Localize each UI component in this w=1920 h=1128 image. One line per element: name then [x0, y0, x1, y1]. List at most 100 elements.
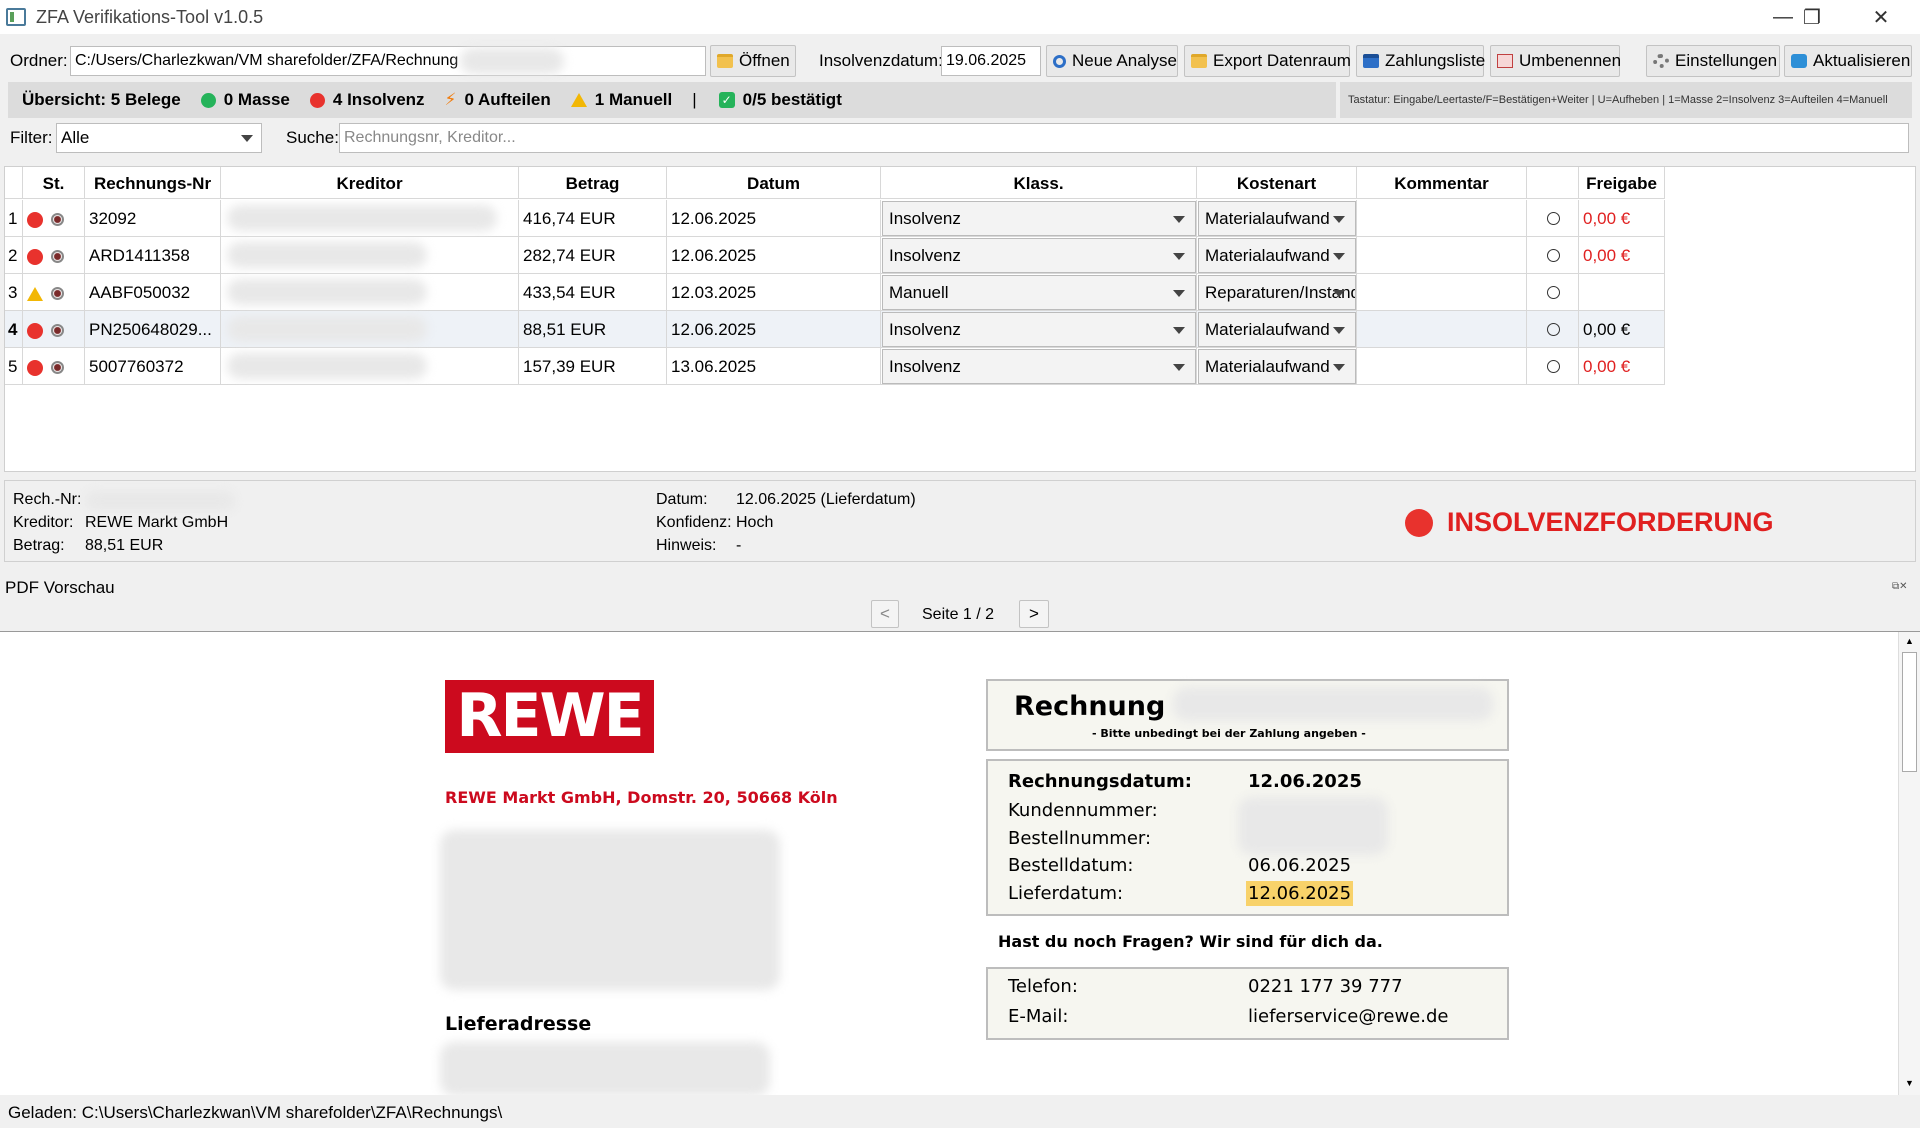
rename-icon — [1497, 54, 1513, 68]
search-input[interactable]: Rechnungsnr, Kreditor... — [339, 123, 1909, 153]
red-dot-icon — [27, 322, 43, 339]
eye-icon[interactable] — [51, 287, 64, 301]
app-icon — [6, 8, 26, 26]
table-row[interactable]: 4 PN250648029... 88,51 EUR 12.06.2025 0,00 €… — [5, 311, 1665, 348]
confirm-radio[interactable] — [1547, 323, 1560, 336]
col-header-rechnungsnr[interactable]: Rechnungs-Nr — [85, 167, 221, 199]
scrollbar-thumb[interactable] — [1902, 652, 1917, 772]
kreditor-cell — [221, 200, 519, 237]
col-header-freigabe[interactable]: Freigabe — [1579, 167, 1665, 199]
klass-select[interactable]: Manuell — [882, 275, 1196, 310]
contact-box: Telefon: 0221 177 39 777 E-Mail: liefers… — [986, 967, 1509, 1040]
export-label: Export Datenraum — [1213, 51, 1351, 70]
summary-manuell: 1 Manuell — [570, 90, 672, 110]
folder-path-input[interactable]: C:/Users/Charlezkwan/VM sharefolder/ZFA/… — [70, 46, 706, 76]
eye-icon[interactable] — [51, 250, 64, 264]
window-title: ZFA Verifikations-Tool v1.0.5 — [36, 6, 264, 27]
freigabe-cell: 0,00 € — [1579, 237, 1665, 274]
zahlungsliste-button[interactable]: Zahlungsliste — [1356, 45, 1485, 77]
next-page-button[interactable]: > — [1019, 600, 1049, 628]
confirm-radio[interactable] — [1547, 360, 1560, 373]
pdf-scrollbar[interactable]: ▲ ▼ — [1898, 632, 1920, 1095]
neue-analyse-button[interactable]: Neue Analyse — [1046, 45, 1178, 77]
sender-address: REWE Markt GmbH, Domstr. 20, 50668 Köln — [445, 788, 838, 807]
maximize-button[interactable]: ❐ — [1783, 0, 1841, 34]
bestelldatum-label: Bestelldatum: — [1008, 855, 1134, 876]
betrag-cell: 416,74 EUR — [519, 200, 667, 237]
col-header-kreditor[interactable]: Kreditor — [221, 167, 519, 199]
col-header-confirm[interactable] — [1527, 167, 1579, 199]
kostenart-select[interactable]: Materialaufwand — [1198, 238, 1356, 273]
kostenart-select[interactable]: Reparaturen/Instandhaltung — [1198, 275, 1356, 310]
rechnungsnr-cell: PN250648029... — [85, 311, 221, 348]
table-row[interactable]: 5 5007760372 157,39 EUR 13.06.2025 0,00 € Ins… — [5, 348, 1665, 385]
klass-select[interactable]: Insolvenz — [882, 349, 1196, 384]
summary-masse: 0 Masse — [200, 90, 290, 110]
umbenennen-button[interactable]: Umbenennen — [1490, 45, 1622, 77]
filter-select[interactable]: Alle — [56, 123, 262, 153]
open-button[interactable]: Öffnen — [710, 45, 796, 77]
col-header-datum[interactable]: Datum — [667, 167, 881, 199]
col-header-kostenart[interactable]: Kostenart — [1197, 167, 1357, 199]
lieferdatum-label: Lieferdatum: — [1008, 883, 1124, 904]
warning-icon — [27, 286, 43, 301]
confirm-radio[interactable] — [1547, 212, 1560, 225]
redacted-kreditor — [227, 242, 427, 268]
datum-cell: 12.03.2025 — [667, 274, 881, 311]
col-header-klass[interactable]: Klass. — [881, 167, 1197, 199]
kreditor-cell — [221, 311, 519, 348]
aktualisieren-button[interactable]: Aktualisieren — [1784, 45, 1912, 77]
confirm-radio[interactable] — [1547, 286, 1560, 299]
pdf-viewer[interactable]: REWE REWE Markt GmbH, Domstr. 20, 50668 … — [0, 631, 1920, 1095]
table-row[interactable]: 3 AABF050032 433,54 EUR 12.03.2025 Manuell Re… — [5, 274, 1665, 311]
col-header-kommentar[interactable]: Kommentar — [1357, 167, 1527, 199]
confirm-radio[interactable] — [1547, 249, 1560, 262]
detail-hinweis-label: Hinweis: — [656, 537, 717, 554]
umbenennen-label: Umbenennen — [1519, 51, 1622, 70]
detail-betrag-label: Betrag: — [13, 537, 65, 554]
pdf-header: PDF Vorschau ⧉✕ < Seite 1 / 2 > — [0, 575, 1920, 629]
status-cell — [23, 237, 85, 274]
eye-icon[interactable] — [51, 324, 64, 338]
row-index-header — [5, 167, 23, 199]
kostenart-select[interactable]: Materialaufwand — [1198, 312, 1356, 347]
search-label: Suche: — [286, 128, 339, 147]
rechnungsnr-cell: ARD1411358 — [85, 237, 221, 274]
kommentar-cell — [1357, 348, 1527, 385]
klass-select[interactable]: Insolvenz — [882, 201, 1196, 236]
email-value: lieferservice@rewe.de — [1248, 1006, 1449, 1027]
scroll-up-icon[interactable]: ▲ — [1905, 636, 1914, 646]
neue-analyse-label: Neue Analyse — [1072, 51, 1177, 70]
scroll-down-icon[interactable]: ▼ — [1905, 1078, 1914, 1088]
col-header-status[interactable]: St. — [23, 167, 85, 199]
prev-page-button[interactable]: < — [871, 600, 899, 628]
redacted-kreditor — [227, 279, 427, 305]
eye-icon[interactable] — [51, 361, 64, 375]
chevron-down-icon — [1173, 327, 1185, 334]
table-row[interactable]: 1 32092 416,74 EUR 12.06.2025 0,00 € Insolven… — [5, 200, 1665, 237]
summary-aufteilen: ⚡ 0 Aufteilen — [445, 90, 551, 110]
klass-select[interactable]: Insolvenz — [882, 238, 1196, 273]
kostenart-select[interactable]: Materialaufwand — [1198, 349, 1356, 384]
rechnungsnr-cell: 32092 — [85, 200, 221, 237]
export-datenraum-button[interactable]: Export Datenraum — [1184, 45, 1351, 77]
col-header-betrag[interactable]: Betrag — [519, 167, 667, 199]
detail-konfidenz-label: Konfidenz: — [656, 514, 732, 531]
chevron-down-icon — [1173, 216, 1185, 223]
table-row[interactable]: 2 ARD1411358 282,74 EUR 12.06.2025 0,00 € Ins… — [5, 237, 1665, 274]
close-button[interactable]: ✕ — [1852, 0, 1910, 34]
kostenart-select[interactable]: Materialaufwand — [1198, 201, 1356, 236]
summary-separator: | — [692, 90, 697, 109]
insolvenzdatum-input[interactable]: 19.06.2025 — [941, 46, 1041, 76]
row-index: 5 — [5, 348, 23, 385]
eye-icon[interactable] — [51, 213, 64, 227]
title-bar: ZFA Verifikations-Tool v1.0.5 — ❐ ✕ — [0, 0, 1920, 34]
undock-icon[interactable]: ⧉✕ — [1892, 581, 1908, 592]
rechnung-note: - Bitte unbedingt bei der Zahlung angebe… — [1092, 727, 1366, 740]
filter-value: Alle — [61, 128, 90, 147]
redacted-rechnr — [85, 491, 235, 511]
klass-select[interactable]: Insolvenz — [882, 312, 1196, 347]
kreditor-cell — [221, 348, 519, 385]
redacted-kreditor — [227, 353, 427, 379]
einstellungen-button[interactable]: Einstellungen — [1646, 45, 1780, 77]
